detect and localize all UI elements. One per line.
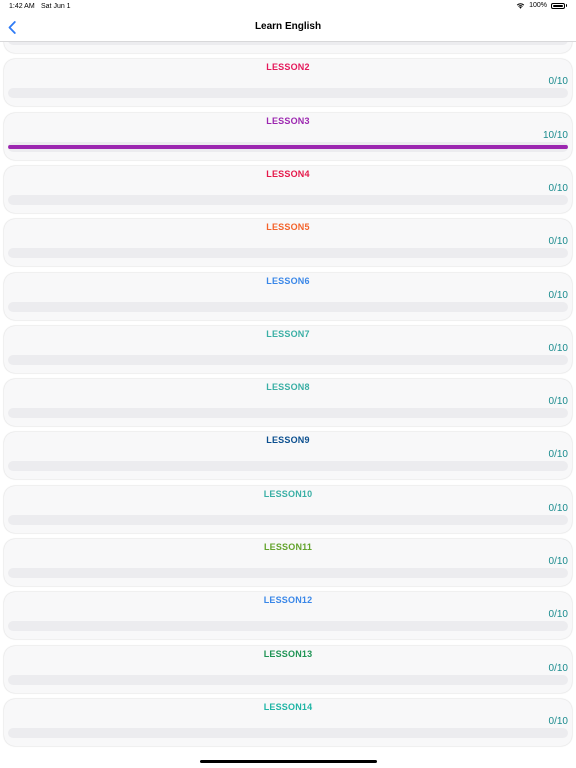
lesson-card[interactable]: LESSON13 0/10: [4, 645, 572, 693]
lesson-card[interactable]: LESSON12 0/10: [4, 592, 572, 640]
progress-bar: [8, 354, 568, 365]
lesson-title: LESSON11: [263, 542, 313, 552]
lesson-card[interactable]: LESSON4 0/10: [4, 165, 572, 213]
lesson-title: LESSON7: [266, 328, 310, 339]
lesson-progress-count: 0/10: [548, 182, 568, 194]
progress-bar: [8, 621, 568, 632]
lesson-card[interactable]: LESSON3 10/10: [4, 112, 572, 160]
progress-bar: [8, 674, 568, 685]
lesson-card[interactable]: LESSON7 0/10: [4, 325, 572, 373]
lesson-card[interactable]: LESSON11 0/10: [4, 539, 572, 586]
lesson-card[interactable]: LESSON5 0/10: [4, 219, 572, 267]
navigation-bar: Learn English: [0, 14, 576, 42]
lesson-progress-count: 0/10: [548, 236, 568, 248]
lesson-progress-count: 0/10: [548, 609, 568, 621]
progress-bar: [8, 42, 568, 45]
lesson-progress-count: 0/10: [548, 396, 568, 408]
lesson-card[interactable]: LESSON6 0/10: [4, 272, 572, 320]
lesson-title: LESSON3: [266, 115, 310, 126]
lesson-progress-count: 0/10: [548, 502, 568, 514]
progress-bar: [8, 408, 568, 419]
battery-icon: [551, 2, 567, 9]
progress-bar: [8, 248, 568, 259]
progress-bar: [8, 301, 568, 312]
status-time: 1:42 AM: [9, 3, 35, 10]
lesson-card[interactable]: LESSON10 0/10: [4, 485, 572, 533]
battery-percent: 100%: [529, 2, 547, 9]
progress-bar: [8, 141, 568, 152]
lesson-card[interactable]: LESSON9 0/10: [4, 432, 572, 480]
status-date: Sat Jun 1: [41, 3, 71, 10]
lesson-title: LESSON13: [263, 648, 313, 659]
lesson-list[interactable]: 0/10LESSON20/10LESSON310/10LESSON40/10LE…: [0, 42, 576, 756]
progress-bar: [8, 568, 568, 578]
lesson-progress-count: 0/10: [548, 662, 568, 674]
lesson-title: LESSON12: [263, 595, 313, 606]
lesson-title: LESSON10: [263, 488, 313, 499]
lesson-card[interactable]: LESSON14 0/10: [4, 698, 572, 746]
lesson-progress-count: 0/10: [548, 556, 568, 567]
lesson-card[interactable]: LESSON2 0/10: [4, 59, 572, 107]
progress-bar: [8, 514, 568, 525]
lesson-title: LESSON9: [266, 435, 310, 446]
lesson-progress-count: 0/10: [548, 449, 568, 461]
lesson-progress-count: 10/10: [542, 129, 568, 141]
lesson-title: LESSON6: [266, 275, 310, 286]
lesson-title: LESSON5: [266, 222, 310, 233]
lesson-progress-count: 0/10: [548, 76, 568, 88]
progress-bar: [8, 727, 568, 738]
status-bar: 1:42 AM Sat Jun 1 100%: [0, 0, 576, 14]
home-indicator: [200, 760, 377, 763]
status-indicators: 100%: [516, 2, 567, 9]
lesson-title: LESSON14: [263, 701, 313, 712]
progress-bar-fill: [8, 144, 568, 149]
lesson-title: LESSON2: [266, 62, 310, 73]
page-title: Learn English: [254, 21, 322, 32]
wifi-icon: [516, 3, 525, 9]
lesson-title: LESSON4: [266, 168, 310, 179]
lesson-title: LESSON8: [266, 382, 310, 393]
lesson-progress-count: 0/10: [548, 342, 568, 354]
progress-bar: [8, 194, 568, 205]
progress-bar: [8, 88, 568, 99]
progress-bar: [8, 461, 568, 472]
lesson-card[interactable]: LESSON8 0/10: [4, 379, 572, 427]
lesson-progress-count: 0/10: [548, 715, 568, 727]
screen: 1:42 AM Sat Jun 1 100% Learn English 0/1…: [0, 0, 576, 768]
lesson-progress-count: 0/10: [548, 289, 568, 301]
lesson-card[interactable]: 0/10: [4, 42, 572, 53]
